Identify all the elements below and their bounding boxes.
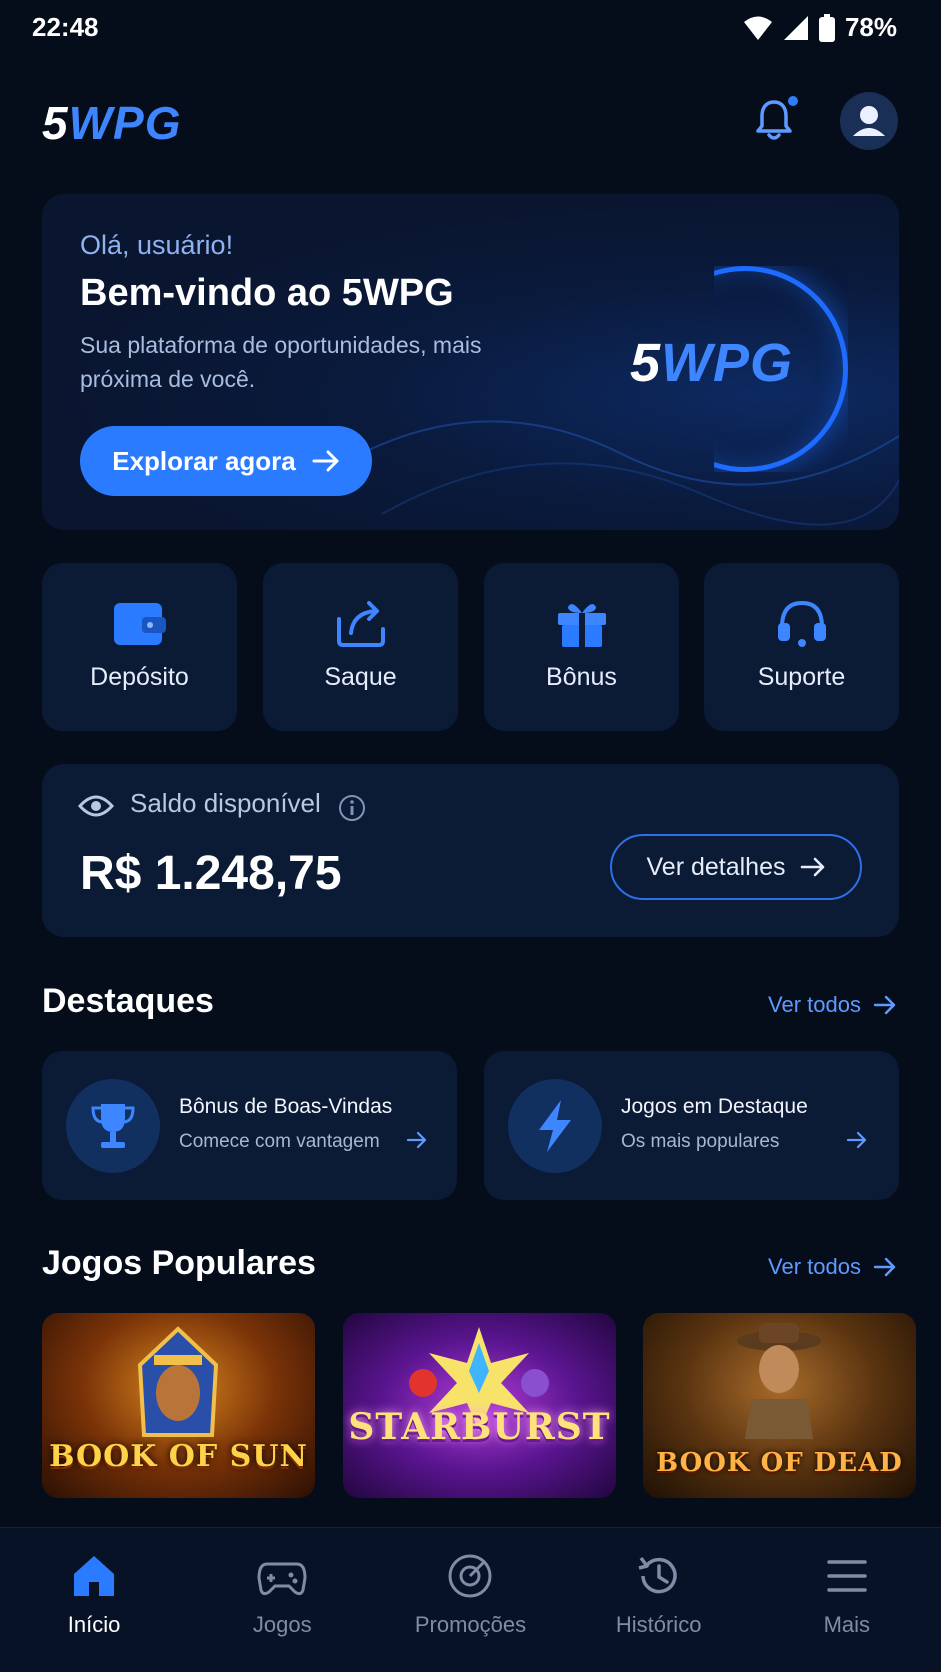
card-subtitle: Os mais populares (621, 1131, 780, 1152)
card-title: Jogos em Destaque (621, 1095, 808, 1118)
history-icon (638, 1556, 677, 1594)
arrow-right-icon (800, 857, 824, 877)
game-card-starburst[interactable]: STARBURST (343, 1313, 616, 1498)
status-time: 22:48 (32, 12, 99, 42)
arrow-right-icon (406, 1131, 427, 1149)
user-icon (853, 106, 885, 136)
featured-games-card[interactable]: Jogos em Destaque Os mais populares (484, 1051, 899, 1200)
nav-history[interactable]: Histórico (565, 1528, 753, 1672)
deposit-button[interactable]: Depósito (42, 563, 237, 731)
nav-promotions[interactable]: Promoções (376, 1528, 564, 1672)
hero-subtitle: Sua plataforma de oportunidades, mais pr… (80, 332, 482, 392)
gamepad-icon (257, 1562, 307, 1596)
signal-icon (783, 15, 808, 40)
game-title: BOOK OF SUN (49, 1439, 308, 1474)
nav-games[interactable]: Jogos (188, 1528, 376, 1672)
lightning-badge (508, 1079, 602, 1173)
arrow-right-icon (873, 1257, 896, 1277)
target-icon (448, 1554, 492, 1598)
eye-icon[interactable] (78, 794, 114, 818)
card-title: Bônus de Boas-Vindas (179, 1095, 393, 1118)
bottom-navigation: Início Jogos Promoções Histórico Mais (0, 1527, 941, 1672)
view-details-button[interactable]: Ver detalhes (610, 834, 862, 900)
game-title: STARBURST (348, 1406, 611, 1448)
status-icons: 78% (743, 12, 897, 43)
arrow-right-icon (873, 995, 896, 1015)
popular-games-title: Jogos Populares (42, 1244, 316, 1282)
withdraw-button[interactable]: Saque (263, 563, 458, 731)
app-logo[interactable]: 5WPG (42, 96, 181, 150)
game-card-book-of-dead[interactable]: BOOK OF DEAD (643, 1313, 916, 1498)
wallet-icon (113, 603, 166, 645)
home-icon (74, 1556, 115, 1596)
hero-greeting: Olá, usuário! (80, 230, 234, 260)
withdraw-icon (336, 601, 385, 647)
user-avatar[interactable] (840, 92, 898, 150)
wifi-icon (743, 16, 772, 40)
game-title: BOOK OF DEAD (656, 1448, 903, 1478)
menu-icon (827, 1560, 867, 1592)
balance-card: Saldo disponível R$ 1.248,75 Ver detalhe… (42, 764, 899, 937)
highlights-title: Destaques (42, 982, 214, 1020)
game-card-book-of-sun[interactable]: BOOK OF SUN (42, 1313, 315, 1498)
highlights-see-all-link[interactable]: Ver todos (768, 992, 897, 1018)
balance-amount: R$ 1.248,75 (80, 847, 342, 900)
nav-home[interactable]: Início (0, 1528, 188, 1672)
welcome-bonus-card[interactable]: Bônus de Boas-Vindas Comece com vantagem (42, 1051, 457, 1200)
pharaoh-artwork (137, 1326, 219, 1437)
info-icon[interactable] (338, 794, 366, 822)
lightning-icon (539, 1100, 571, 1152)
battery-percent: 78% (844, 12, 897, 42)
hero-logo: 5WPG (630, 333, 794, 393)
nav-more[interactable]: Mais (753, 1528, 941, 1672)
explore-button[interactable]: Explorar agora (80, 426, 372, 496)
popular-games-see-all-link[interactable]: Ver todos (768, 1254, 897, 1280)
explorer-artwork (737, 1323, 821, 1439)
card-subtitle: Comece com vantagem (179, 1131, 380, 1152)
hero-banner: Olá, usuário! Bem-vindo ao 5WPG Sua plat… (42, 194, 899, 530)
status-bar: 22:48 78% (0, 0, 941, 54)
bonus-button[interactable]: Bônus (484, 563, 679, 731)
arrow-right-icon (846, 1131, 867, 1149)
trophy-badge (66, 1079, 160, 1173)
notification-dot (786, 94, 800, 108)
trophy-icon (91, 1104, 135, 1148)
headset-icon (777, 600, 826, 647)
hero-title: Bem-vindo ao 5WPG (80, 272, 454, 314)
battery-icon (818, 13, 835, 42)
balance-label: Saldo disponível (130, 788, 321, 818)
gift-icon (557, 604, 606, 647)
arrow-right-icon (312, 450, 339, 472)
support-button[interactable]: Suporte (704, 563, 899, 731)
